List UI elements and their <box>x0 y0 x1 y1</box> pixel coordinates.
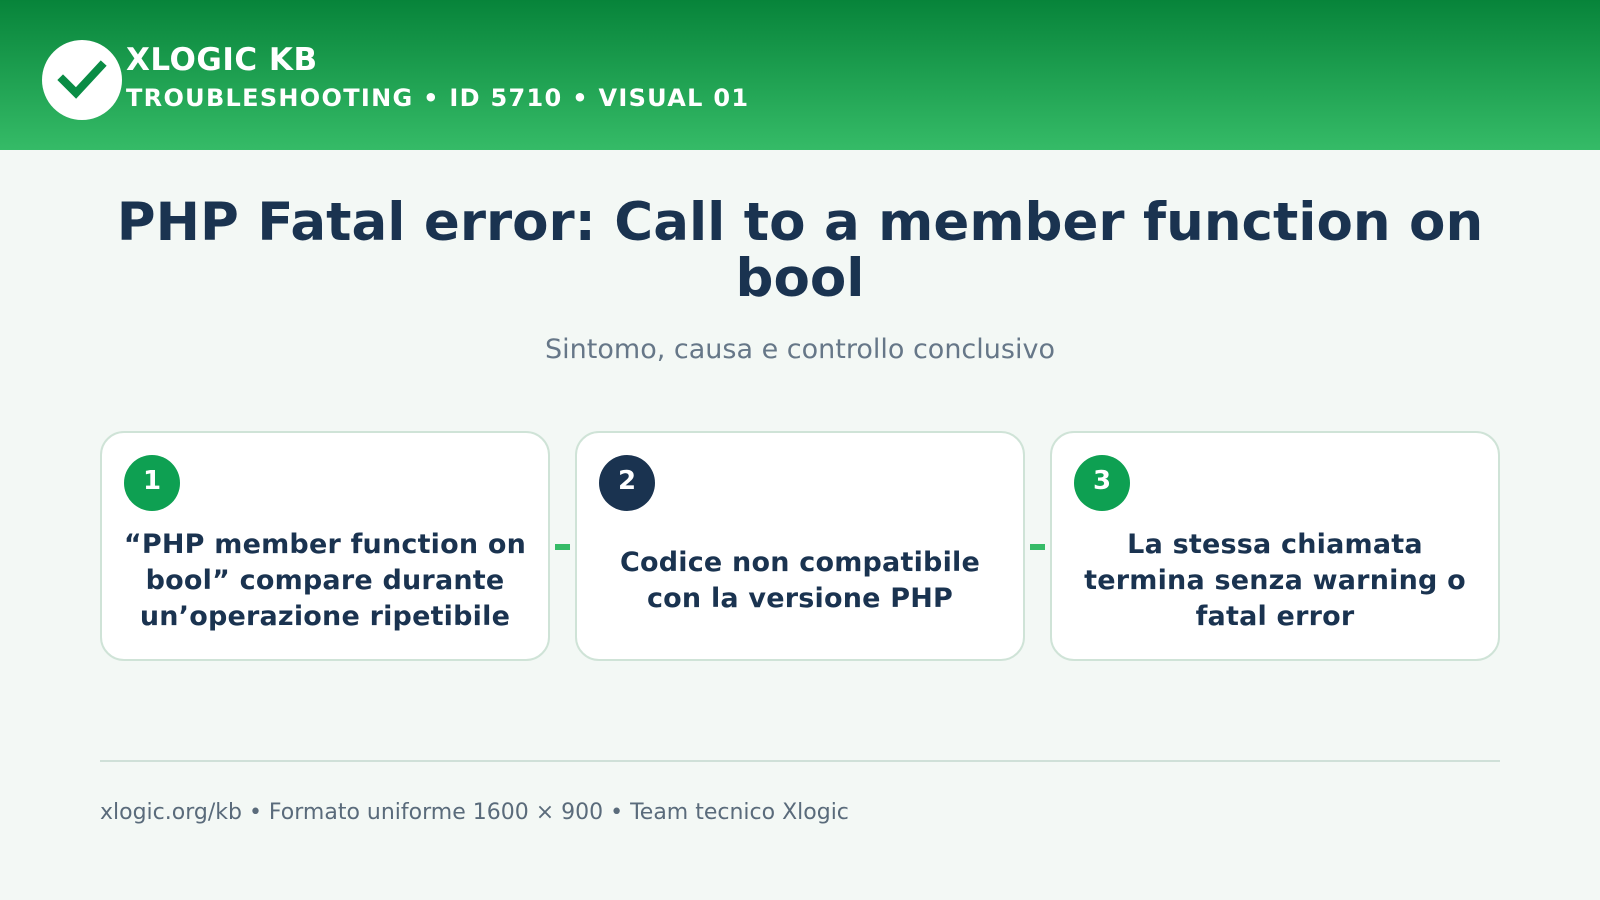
step-number-badge: 1 <box>124 455 180 511</box>
step-connector <box>555 544 570 550</box>
checkmark-icon <box>57 60 107 99</box>
step-card-2: 2 Codice non compatibile con la versione… <box>575 431 1025 661</box>
page-subtitle: Sintomo, causa e controllo conclusivo <box>545 334 1055 365</box>
page-title: PHP Fatal error: Call to a member functi… <box>116 192 1484 309</box>
step-card-3: 3 La stessa chiamata termina senza warni… <box>1050 431 1500 661</box>
header-banner: XLOGIC KB TROUBLESHOOTING • ID 5710 • VI… <box>0 0 1600 150</box>
step-text: La stessa chiamata termina senza warning… <box>1084 529 1466 632</box>
footer-text: xlogic.org/kb • Formato uniforme 1600 × … <box>100 800 849 825</box>
step-number-badge: 2 <box>599 455 655 511</box>
step-number-badge: 3 <box>1074 455 1130 511</box>
footer-divider <box>100 760 1500 762</box>
brand-logo <box>42 40 122 120</box>
step-card-1: 1 “PHP member function on bool” compare … <box>100 431 550 661</box>
step-text: Codice non compatibile con la versione P… <box>619 547 980 614</box>
brand-subtitle: TROUBLESHOOTING • ID 5710 • VISUAL 01 <box>126 84 750 112</box>
step-text: “PHP member function on bool” compare du… <box>123 529 527 632</box>
step-connector <box>1030 544 1045 550</box>
brand-title: XLOGIC KB <box>126 42 318 78</box>
